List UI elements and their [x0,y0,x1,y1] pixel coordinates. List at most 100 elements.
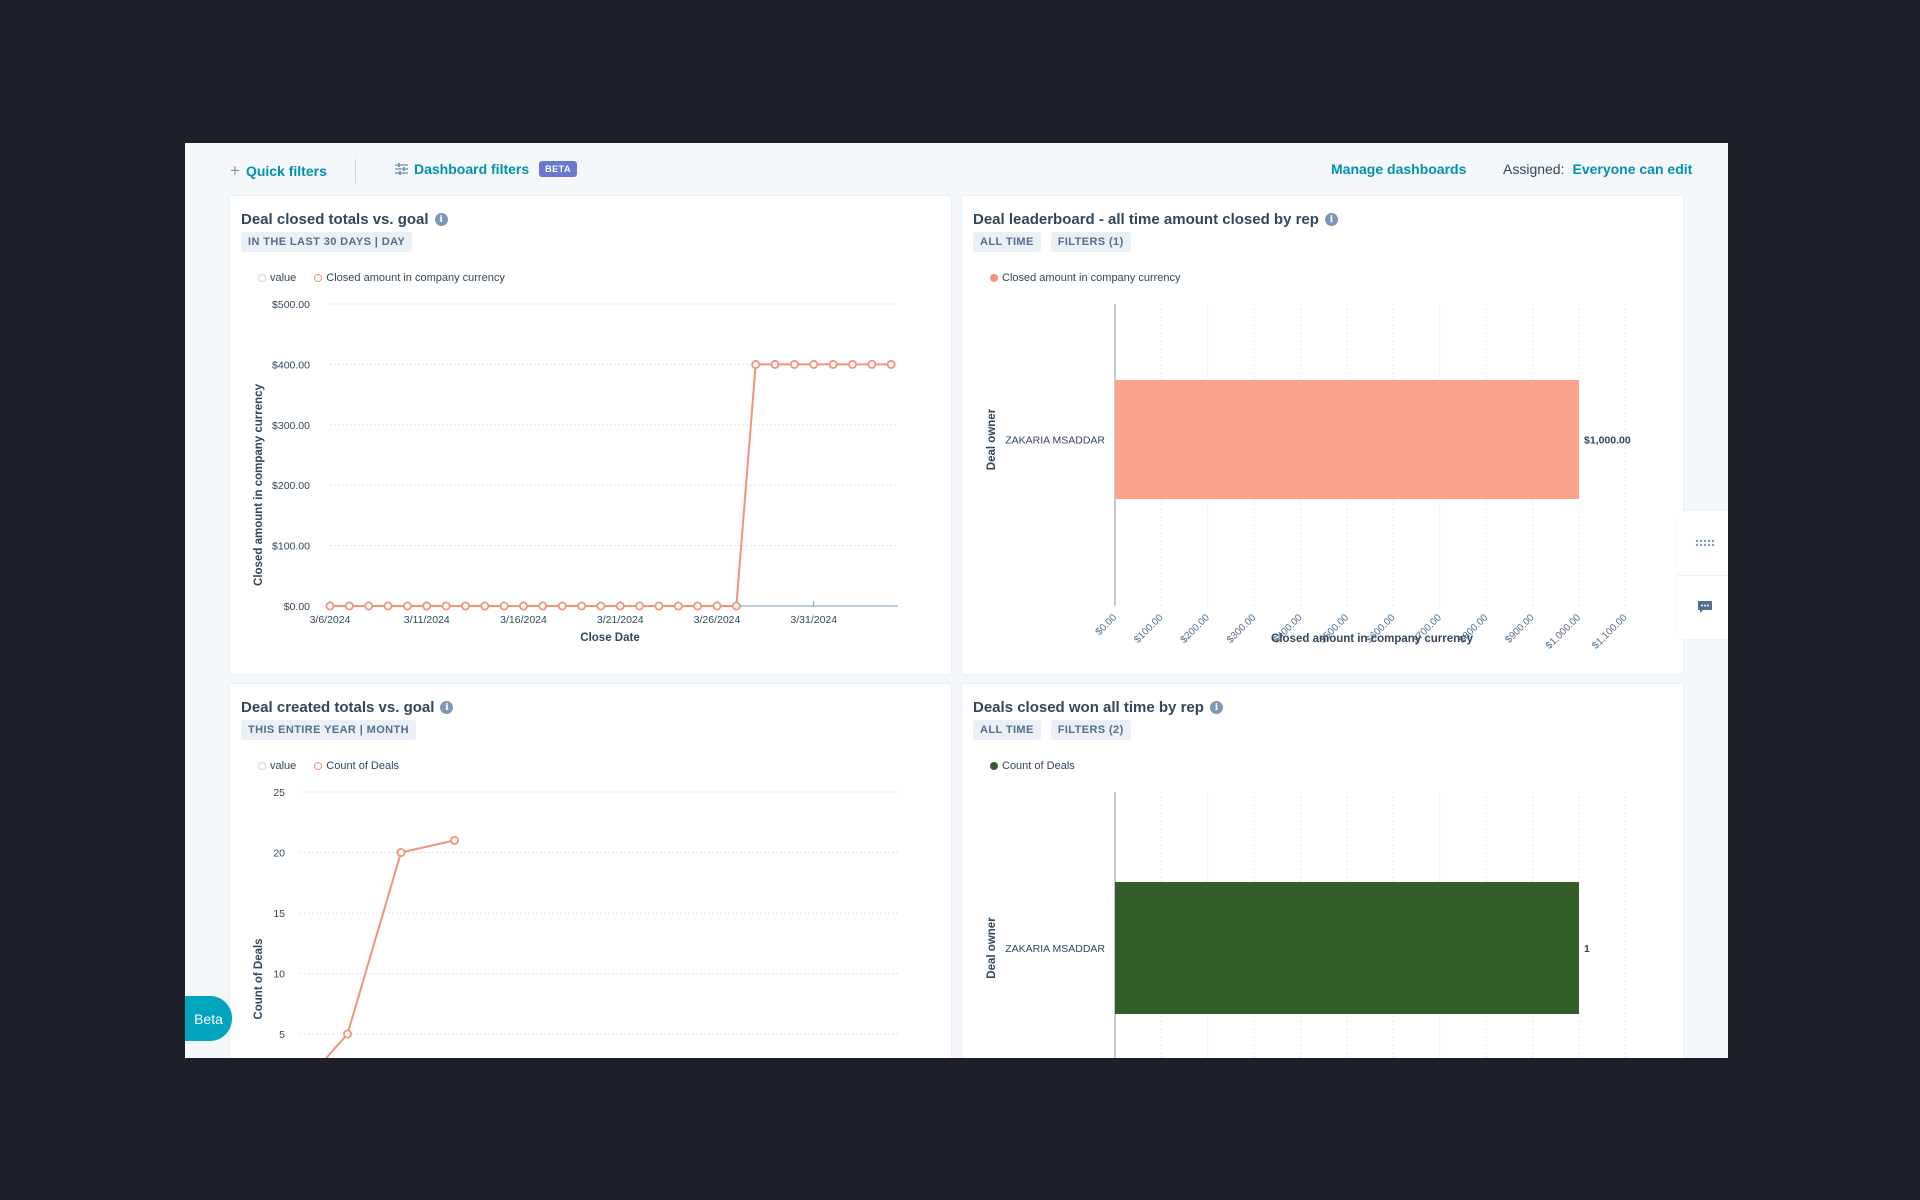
data-point [886,359,896,369]
data-point [751,359,761,369]
data-point [712,601,722,611]
legend-marker-icon [258,762,266,770]
data-point [596,601,606,611]
report-card-deal-created-totals: Deal created totals vs. goal i THIS ENTIR… [229,683,952,1058]
x-tick-label: $1,100.00 [1590,612,1630,652]
data-point [615,601,625,611]
data-point [789,359,799,369]
filters-tag[interactable]: FILTERS (2) [1050,720,1131,740]
plus-icon: + [230,161,240,180]
y-axis-title: Count of Deals [253,938,265,1019]
dashboard-filters-button[interactable]: Dashboard filters BETA [395,161,577,177]
legend-label: value [270,760,297,772]
line-chart-deal-created: 5 10 15 20 25 Count of Deals [253,787,898,1058]
grid-dots-button[interactable] [1677,511,1728,575]
x-tick-label: $200.00 [1179,612,1213,646]
info-icon[interactable]: i [1209,701,1223,714]
legend-label: Count of Deals [326,760,400,772]
data-point [364,601,374,611]
legend-item-value[interactable]: value [258,760,296,772]
bar-chart-deal-leaderboard: $1,000.00 ZAKARIA MSADDAR Deal owner $0.00 $… [986,304,1631,652]
legend-marker-icon [314,762,323,770]
x-tick-label: 3/11/2024 [404,614,450,626]
card-title-text: Deal closed totals vs. goal [241,211,429,228]
x-tick-label: 3/16/2024 [500,614,547,626]
y-tick-label: $300.00 [272,420,310,432]
date-range-tag[interactable]: ALL TIME [973,720,1041,740]
card-title[interactable]: Deal created totals vs. goal i [241,699,454,716]
y-axis-title: Closed amount in company currency [253,383,265,586]
data-point [577,601,587,611]
chart-legend: value Closed amount in company currency [258,272,505,284]
y-axis-title: Deal owner [986,917,998,979]
grid-dots-icon [1695,539,1714,547]
data-point [441,601,451,611]
series-line [324,839,455,1058]
assigned-label: Assigned: [1503,161,1565,177]
data-point [325,601,335,611]
x-tick-label: $100.00 [1132,612,1166,646]
data-point [635,601,645,611]
chat-button[interactable] [1677,575,1728,639]
data-point [396,848,406,858]
y-tick-label: 20 [273,848,285,860]
legend-item-closed-amount[interactable]: Closed amount in company currency [990,272,1181,284]
toolbar-divider [355,159,356,183]
filters-tag[interactable]: FILTERS (1) [1050,232,1131,252]
legend-item-value[interactable]: value [258,272,296,284]
date-range-tag[interactable]: ALL TIME [973,232,1041,252]
x-tick-label: 3/6/2024 [310,614,351,626]
date-range-tag[interactable]: IN THE LAST 30 DAYS | DAY [241,232,413,252]
y-tick-label: $500.00 [272,299,310,311]
x-tick-label: 3/21/2024 [597,614,644,626]
category-label: ZAKARIA MSADDAR [1005,435,1105,447]
data-point [449,835,459,845]
card-title[interactable]: Deal leaderboard - all time amount close… [973,211,1338,228]
beta-badge: BETA [539,161,577,177]
quick-filters-button[interactable]: + Quick filters [230,161,327,181]
data-point [847,359,857,369]
y-tick-label: $0.00 [284,601,310,613]
bar-data-label: 1 [1584,943,1590,955]
dashboard-toolbar: + Quick filters Dashboard filters BETA M… [185,143,1728,195]
dashboard-filters-label: Dashboard filters [414,161,530,177]
manage-dashboards-link[interactable]: Manage dashboards [1331,161,1466,177]
data-point [809,359,819,369]
data-point [480,601,490,611]
legend-marker-icon [258,274,266,282]
legend-label: Closed amount in company currency [326,272,505,284]
beta-feedback-button[interactable]: Beta [185,996,232,1041]
data-point [673,601,683,611]
x-tick-label: $0.00 [1094,612,1120,638]
legend-item-closed-amount[interactable]: Closed amount in company currency [314,272,505,284]
card-title[interactable]: Deal closed totals vs. goal i [241,211,448,228]
data-point [828,359,838,369]
info-icon[interactable]: i [1324,213,1338,226]
info-icon[interactable]: i [440,701,454,714]
legend-item-count-of-deals[interactable]: Count of Deals [314,760,399,772]
data-point [693,601,703,611]
y-tick-label: $100.00 [272,541,310,553]
card-title-text: Deal leaderboard - all time amount close… [973,211,1319,228]
chart-legend: value Count of Deals [258,760,399,772]
line-chart-deal-closed: $0.00 $100.00 $200.00 $300.00 $400.00 $500.00… [253,299,898,644]
y-tick-label: 5 [279,1029,285,1041]
date-range-tag[interactable]: THIS ENTIRE YEAR | MONTH [241,720,416,740]
category-label: ZAKARIA MSADDAR [1005,943,1105,955]
chat-icon [1697,601,1712,613]
y-tick-label: 10 [273,969,285,981]
x-tick-label: 3/26/2024 [694,614,741,626]
side-tools-panel [1677,511,1728,639]
x-tick-label: $900.00 [1503,612,1537,646]
assigned-value-link[interactable]: Everyone can edit [1572,161,1692,177]
card-title[interactable]: Deals closed won all time by rep i [973,699,1223,716]
y-axis-title: Deal owner [986,408,998,470]
data-point [654,601,664,611]
info-icon[interactable]: i [434,213,448,226]
y-tick-label: 25 [273,787,285,799]
legend-item-count-of-deals[interactable]: Count of Deals [990,760,1075,772]
assigned-setting: Assigned: Everyone can edit [1503,161,1692,177]
legend-label: Closed amount in company currency [1002,272,1181,284]
chart-legend: Count of Deals [990,760,1075,772]
y-tick-label: 15 [273,908,285,920]
